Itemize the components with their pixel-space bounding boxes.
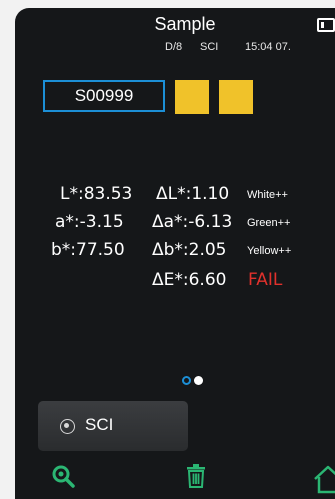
standard-color-swatch [219,80,253,114]
measurement-geometry: D/8 [165,41,183,53]
device-screen: Sample D/8 SCI 15:04 07. S00999 L*:83.53… [15,8,335,499]
delta-b-descriptor: Yellow++ [247,245,292,257]
result-status: FAIL [248,270,283,290]
sci-mode-button[interactable]: SCI [38,401,188,451]
sample-color-swatch [175,80,209,114]
delta-a-value: Δa*:-6.13 [152,212,233,232]
screen-title: Sample [154,14,216,34]
mode-radio-icon [60,419,75,434]
mode-button-label: SCI [85,415,114,434]
delta-l-value: ΔL*:1.10 [156,184,230,204]
delta-e-value: ΔE*:6.60 [152,270,227,290]
delta-l-descriptor: White++ [247,189,288,201]
sample-id-field[interactable]: S00999 [43,80,165,112]
search-icon[interactable] [51,464,77,490]
delta-b-value: Δb*:2.05 [152,240,227,260]
trash-icon[interactable] [186,464,206,488]
datetime: 15:04 07. [245,41,291,53]
page-indicator-1[interactable] [182,376,191,385]
a-value: a*:-3.15 [55,212,124,232]
measurement-mode: SCI [200,41,219,53]
b-value: b*:77.50 [51,240,125,260]
delta-a-descriptor: Green++ [247,217,291,229]
page-indicator-2[interactable] [194,376,203,385]
l-value: L*:83.53 [60,184,133,204]
home-icon[interactable] [313,464,335,494]
battery-icon [317,18,335,32]
